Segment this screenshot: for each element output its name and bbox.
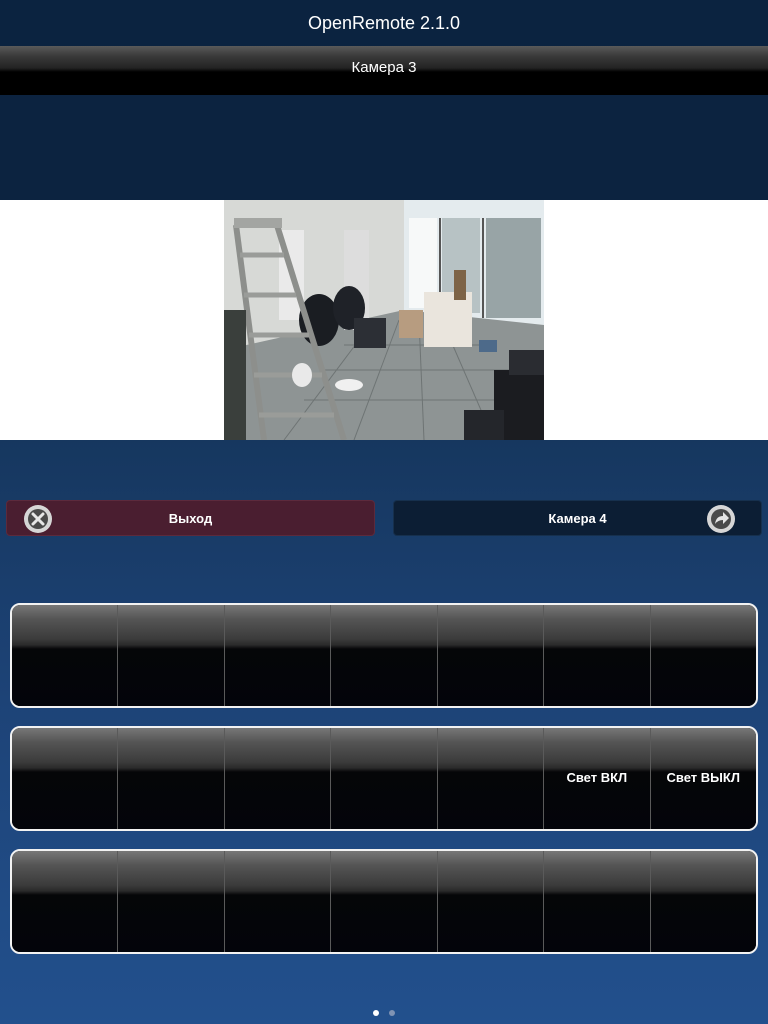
light-off-label: Свет ВЫКЛ xyxy=(666,770,740,785)
app-title-bar: OpenRemote 2.1.0 xyxy=(0,0,768,46)
header-spacer xyxy=(0,95,768,200)
panel-button[interactable] xyxy=(437,605,545,706)
camera-feed-image xyxy=(224,200,544,440)
page-dot[interactable] xyxy=(389,1010,395,1016)
control-panel-1 xyxy=(10,603,758,708)
panel-button[interactable] xyxy=(224,605,332,706)
next-camera-button-label: Камера 4 xyxy=(548,510,607,526)
panel-button[interactable] xyxy=(544,851,651,952)
next-camera-button[interactable]: Камера 4 xyxy=(393,500,762,536)
exit-button-label: Выход xyxy=(168,510,213,526)
control-panel-2: Свет ВКЛ Свет ВЫКЛ xyxy=(10,726,758,831)
forward-arrow-icon xyxy=(707,505,735,533)
panel-button[interactable] xyxy=(224,851,332,952)
camera-title: Камера 3 xyxy=(351,59,417,76)
exit-button[interactable]: Выход xyxy=(6,500,375,536)
light-on-label: Свет ВКЛ xyxy=(566,770,628,785)
panel-button[interactable] xyxy=(437,851,545,952)
panel-button[interactable] xyxy=(118,851,225,952)
panel-button[interactable] xyxy=(331,851,438,952)
light-on-button[interactable]: Свет ВКЛ xyxy=(544,728,651,829)
panel-button[interactable] xyxy=(12,851,119,952)
camera-title-bar: Камера 3 xyxy=(0,46,768,95)
app-title: OpenRemote 2.1.0 xyxy=(307,12,461,33)
panel-button[interactable] xyxy=(437,728,545,829)
panel-button[interactable] xyxy=(118,728,225,829)
panel-button[interactable] xyxy=(331,605,438,706)
camera-view-area xyxy=(0,200,768,440)
panel-button[interactable] xyxy=(331,728,438,829)
close-icon xyxy=(24,505,52,533)
light-off-button[interactable]: Свет ВЫКЛ xyxy=(650,728,756,829)
control-panel-3 xyxy=(10,849,758,954)
page-indicator[interactable] xyxy=(0,1010,768,1016)
panel-button[interactable] xyxy=(12,605,119,706)
panel-button[interactable] xyxy=(224,728,332,829)
panel-button[interactable] xyxy=(650,605,756,706)
panel-button[interactable] xyxy=(12,728,119,829)
page-dot-active[interactable] xyxy=(373,1010,379,1016)
panel-button[interactable] xyxy=(118,605,225,706)
panel-button[interactable] xyxy=(544,605,651,706)
panel-button[interactable] xyxy=(650,851,756,952)
